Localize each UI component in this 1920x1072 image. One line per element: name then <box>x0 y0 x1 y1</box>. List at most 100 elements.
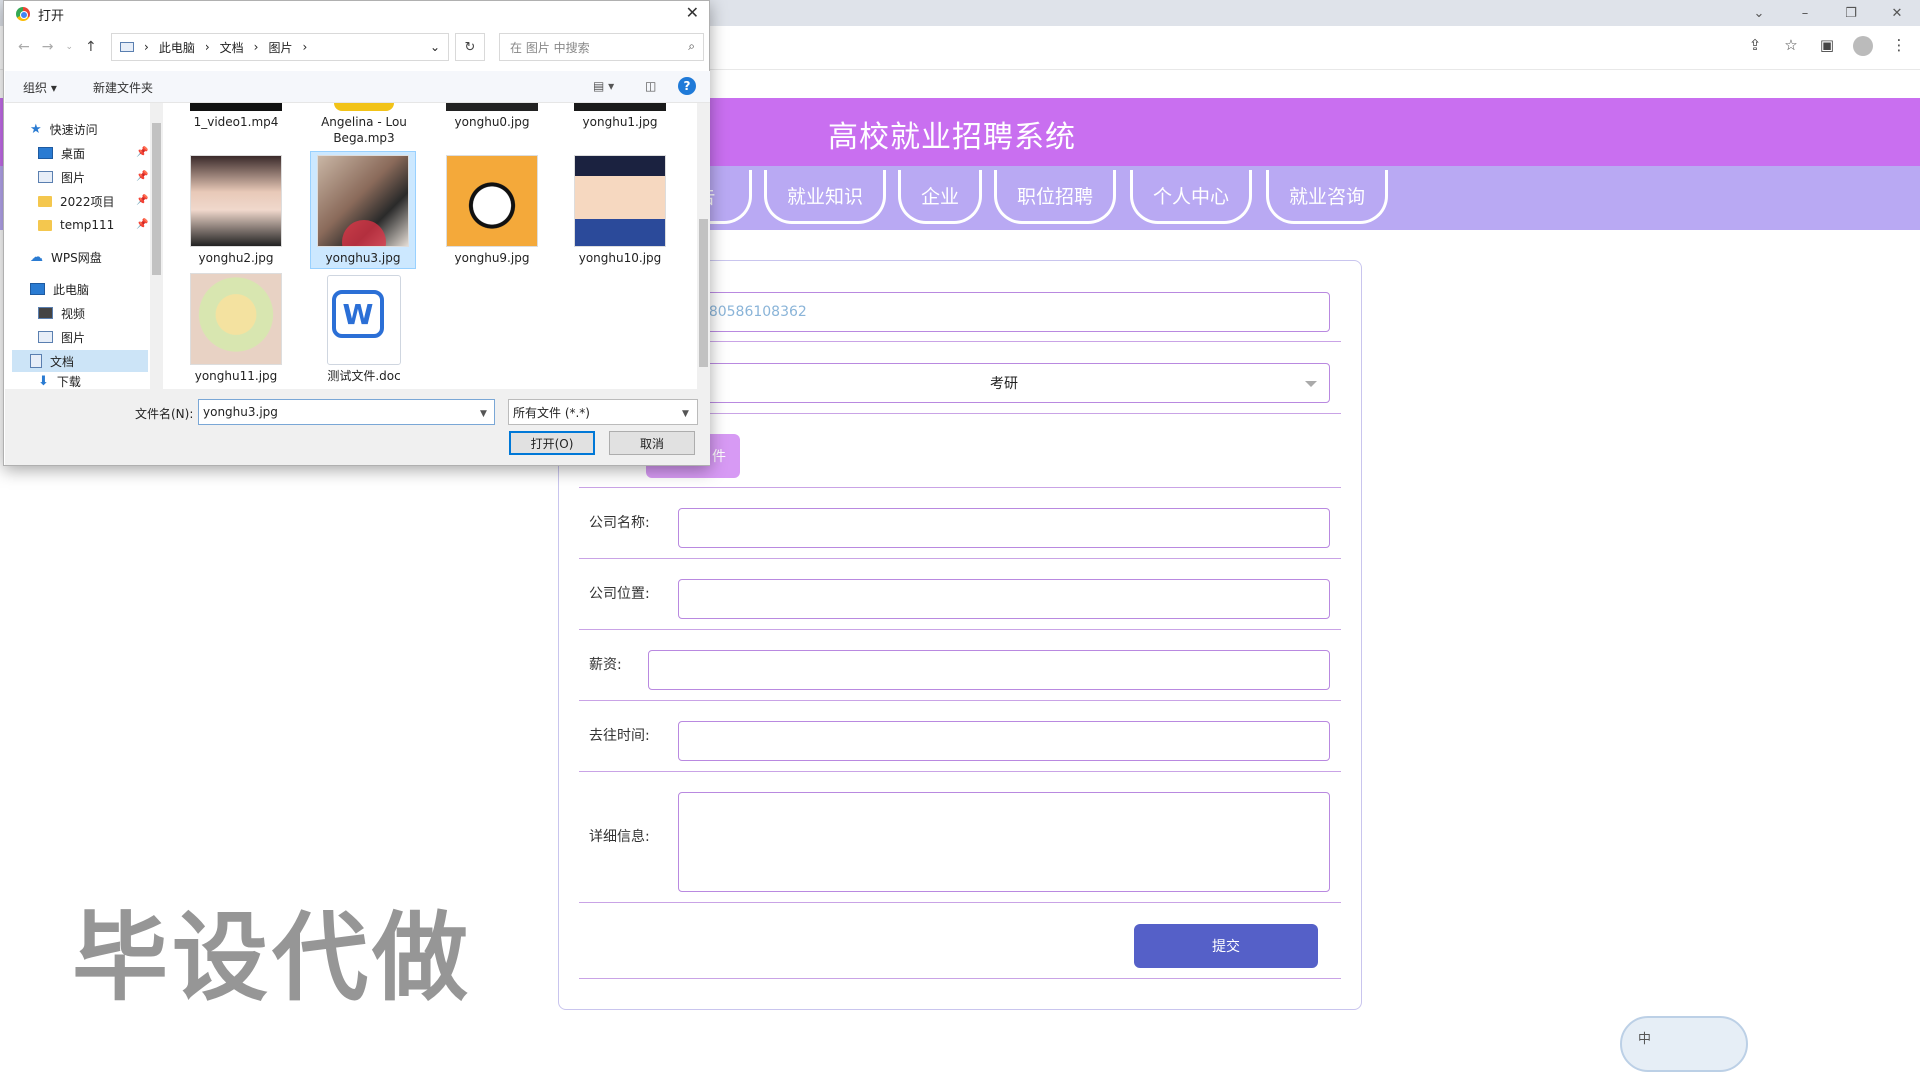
new-folder-button[interactable]: 新建文件夹 <box>93 79 153 96</box>
dialog-nav-buttons: ← → ⌄ ↑ <box>18 39 97 55</box>
open-button[interactable]: 打开(O) <box>509 431 595 455</box>
music-thumbnail <box>334 103 394 111</box>
nav-personal-center[interactable]: 个人中心 <box>1130 170 1252 224</box>
file-item[interactable]: yonghu1.jpg <box>570 103 670 130</box>
divider <box>579 629 1341 630</box>
preview-pane-icon[interactable]: ◫ <box>645 79 656 93</box>
cancel-button[interactable]: 取消 <box>609 431 695 455</box>
breadcrumb-item[interactable]: 图片 <box>268 39 292 56</box>
filename-label: 文件名(N): <box>135 407 194 421</box>
chevron-down-icon[interactable]: ▼ <box>682 409 689 419</box>
sidebar-item-this-pc[interactable]: 此电脑 <box>30 278 89 300</box>
sidebar-item-downloads[interactable]: ⬇ 下载 <box>38 374 81 388</box>
salary-label: 薪资: <box>589 657 622 673</box>
view-options-icon[interactable]: ▤ ▾ <box>593 79 614 93</box>
forward-arrow-icon[interactable]: → <box>42 39 54 55</box>
filename-input[interactable]: yonghu3.jpg <box>198 399 495 425</box>
image-thumbnail <box>190 155 282 247</box>
download-icon: ⬇ <box>38 374 49 388</box>
sidebar-icon[interactable]: ▣ <box>1816 36 1838 60</box>
folder-icon <box>38 219 52 231</box>
chrome-icon <box>16 7 30 21</box>
sidebar-item-project-2022[interactable]: 2022项目 <box>38 190 115 212</box>
account-field[interactable]: 1680586108362 <box>678 292 1330 332</box>
profile-icon[interactable] <box>1852 36 1874 60</box>
nav-company[interactable]: 企业 <box>898 170 982 224</box>
chevron-down-icon <box>1305 381 1317 387</box>
file-item[interactable]: yonghu11.jpg <box>186 273 286 384</box>
company-name-input[interactable] <box>678 508 1330 548</box>
star-icon[interactable]: ☆ <box>1780 36 1802 60</box>
nav-employment-consult[interactable]: 就业咨询 <box>1266 170 1388 224</box>
file-item-selected[interactable]: yonghu3.jpg <box>310 151 416 269</box>
breadcrumb-item[interactable]: 文档 <box>220 39 244 56</box>
close-window-button[interactable]: ✕ <box>1874 0 1920 26</box>
minimize-button[interactable]: – <box>1782 0 1828 26</box>
sidebar-item-videos[interactable]: 视频 <box>38 302 85 324</box>
close-icon[interactable]: ✕ <box>686 3 699 22</box>
file-list-scroll-thumb[interactable] <box>699 219 708 367</box>
image-thumbnail <box>574 103 666 111</box>
file-item[interactable]: yonghu2.jpg <box>186 155 286 266</box>
folder-icon <box>38 195 52 207</box>
file-open-dialog: 打开 ✕ ← → ⌄ ↑ › 此电脑 › 文档 › 图片 › ⌄ ↻ 在 图片 … <box>3 0 710 466</box>
pin-icon: 📌 <box>136 195 149 206</box>
up-arrow-icon[interactable]: ↑ <box>85 39 97 55</box>
share-icon[interactable]: ⇪ <box>1744 36 1766 60</box>
sidebar-item-quick-access[interactable]: ★ 快速访问 <box>30 118 98 140</box>
nav-employment-knowledge[interactable]: 就业知识 <box>764 170 886 224</box>
sidebar-item-pictures-quick[interactable]: 图片 <box>38 166 85 188</box>
file-item[interactable]: yonghu10.jpg <box>570 155 670 266</box>
file-item[interactable]: W 测试文件.doc <box>314 275 414 384</box>
chevron-down-icon[interactable]: ⌄ <box>430 40 440 54</box>
file-item[interactable]: yonghu9.jpg <box>442 155 542 266</box>
breadcrumb-item[interactable]: 此电脑 <box>159 39 195 56</box>
departure-time-label: 去往时间: <box>589 728 650 744</box>
divider <box>579 700 1341 701</box>
chevron-down-icon[interactable]: ▼ <box>480 409 487 419</box>
sidebar-item-wps[interactable]: ☁ WPS网盘 <box>30 246 102 268</box>
search-icon: ⌕ <box>688 39 695 53</box>
organize-menu[interactable]: 组织 ▾ <box>23 79 57 96</box>
company-location-input[interactable] <box>678 579 1330 619</box>
file-item[interactable]: Angelina - Lou Bega.mp3 <box>314 103 414 146</box>
restore-button[interactable]: ❐ <box>1828 0 1874 26</box>
submit-button[interactable]: 提交 <box>1134 924 1318 968</box>
ime-indicator[interactable]: 中 <box>1620 1016 1748 1072</box>
back-arrow-icon[interactable]: ← <box>18 39 30 55</box>
image-thumbnail <box>574 155 666 247</box>
salary-input[interactable] <box>648 650 1330 690</box>
sidebar-item-pictures[interactable]: 图片 <box>38 326 85 348</box>
divider <box>579 487 1341 488</box>
pin-icon: 📌 <box>136 219 149 230</box>
sidebar-item-desktop[interactable]: 桌面 <box>38 142 85 164</box>
search-input[interactable]: 在 图片 中搜索 ⌕ <box>499 33 704 61</box>
tab-search-button[interactable]: ⌄ <box>1736 0 1782 26</box>
video-icon <box>38 307 53 319</box>
video-thumbnail <box>190 103 282 111</box>
filetype-select[interactable]: 所有文件 (*.*) <box>508 399 698 425</box>
sidebar-item-documents[interactable]: 文档 <box>12 350 148 372</box>
type-select[interactable]: 考研 <box>678 363 1330 403</box>
breadcrumb[interactable]: › 此电脑 › 文档 › 图片 › ⌄ <box>111 33 449 61</box>
pin-icon: 📌 <box>136 147 149 158</box>
site-title: 高校就业招聘系统 <box>828 120 1076 155</box>
refresh-icon[interactable]: ↻ <box>455 33 485 61</box>
image-thumbnail <box>190 273 282 365</box>
window-controls: ⌄ – ❐ ✕ <box>1736 0 1920 26</box>
pictures-icon <box>38 331 53 343</box>
help-icon[interactable]: ? <box>678 77 696 95</box>
file-item[interactable]: 1_video1.mp4 <box>186 103 286 129</box>
sidebar-scroll-thumb[interactable] <box>152 123 161 275</box>
sidebar-item-temp111[interactable]: temp111 <box>38 214 114 236</box>
company-name-label: 公司名称: <box>589 515 650 531</box>
departure-time-input[interactable] <box>678 721 1330 761</box>
watermark-text: 毕设代做 <box>72 902 472 1014</box>
file-item[interactable]: yonghu0.jpg <box>442 103 542 130</box>
detail-textarea[interactable] <box>678 792 1330 892</box>
menu-icon[interactable]: ⋮ <box>1888 36 1910 60</box>
divider <box>579 771 1341 772</box>
pictures-icon <box>38 171 53 183</box>
nav-job-recruitment[interactable]: 职位招聘 <box>994 170 1116 224</box>
chevron-down-icon[interactable]: ⌄ <box>65 39 73 55</box>
